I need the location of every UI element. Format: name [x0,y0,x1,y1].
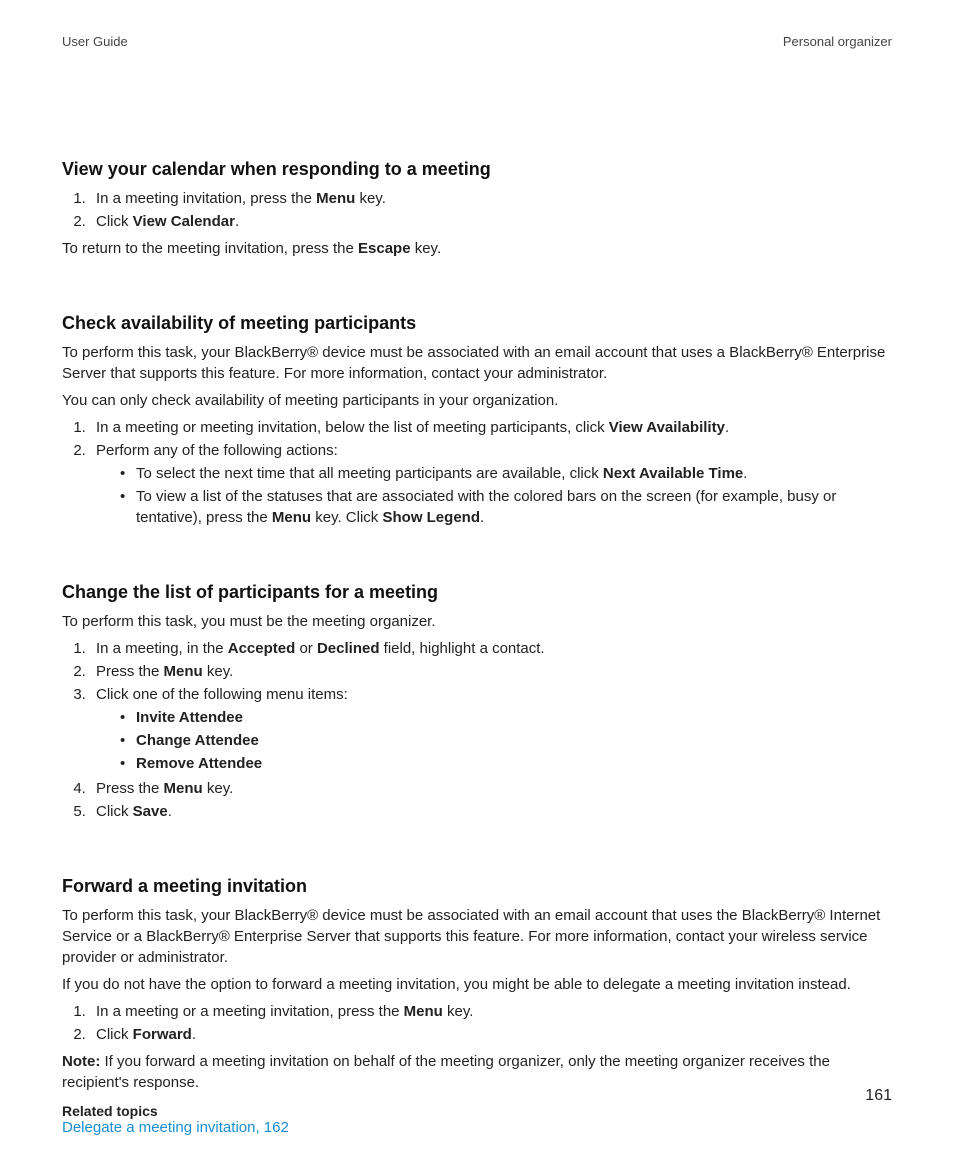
header-right: Personal organizer [783,34,892,49]
note-paragraph: Note: If you forward a meeting invitatio… [62,1051,892,1093]
paragraph: To perform this task, you must be the me… [62,611,892,632]
section-heading-check-availability: Check availability of meeting participan… [62,313,892,334]
steps-forward-meeting: In a meeting or a meeting invitation, pr… [62,1001,892,1045]
bullet: To view a list of the statuses that are … [120,486,892,528]
step: Press the Menu key. [90,778,892,799]
paragraph: To perform this task, your BlackBerry® d… [62,342,892,384]
step: Press the Menu key. [90,661,892,682]
section-heading-view-calendar: View your calendar when responding to a … [62,159,892,180]
sub-bullets: To select the next time that all meeting… [96,463,892,528]
paragraph: To perform this task, your BlackBerry® d… [62,905,892,968]
step: Click Save. [90,801,892,822]
bullet: To select the next time that all meeting… [120,463,892,484]
bullet: Change Attendee [120,730,892,751]
bullet: Remove Attendee [120,753,892,774]
section-heading-forward-meeting: Forward a meeting invitation [62,876,892,897]
sub-bullets: Invite Attendee Change Attendee Remove A… [96,707,892,774]
related-topic-link[interactable]: Delegate a meeting invitation, 162 [62,1119,289,1136]
step: In a meeting or meeting invitation, belo… [90,417,892,438]
page-number: 161 [865,1087,892,1105]
step: Click one of the following menu items: I… [90,684,892,774]
step: In a meeting invitation, press the Menu … [90,188,892,209]
paragraph: To return to the meeting invitation, pre… [62,238,892,259]
header-left: User Guide [62,34,128,49]
steps-check-availability: In a meeting or meeting invitation, belo… [62,417,892,528]
page-header: User Guide Personal organizer [62,34,892,49]
step: Click View Calendar. [90,211,892,232]
step: Perform any of the following actions: To… [90,440,892,528]
paragraph: If you do not have the option to forward… [62,974,892,995]
paragraph: You can only check availability of meeti… [62,390,892,411]
steps-change-participants: In a meeting, in the Accepted or Decline… [62,638,892,822]
related-topics-heading: Related topics [62,1103,892,1119]
bullet: Invite Attendee [120,707,892,728]
section-heading-change-participants: Change the list of participants for a me… [62,582,892,603]
step: In a meeting, in the Accepted or Decline… [90,638,892,659]
step: Click Forward. [90,1024,892,1045]
step: In a meeting or a meeting invitation, pr… [90,1001,892,1022]
steps-view-calendar: In a meeting invitation, press the Menu … [62,188,892,232]
